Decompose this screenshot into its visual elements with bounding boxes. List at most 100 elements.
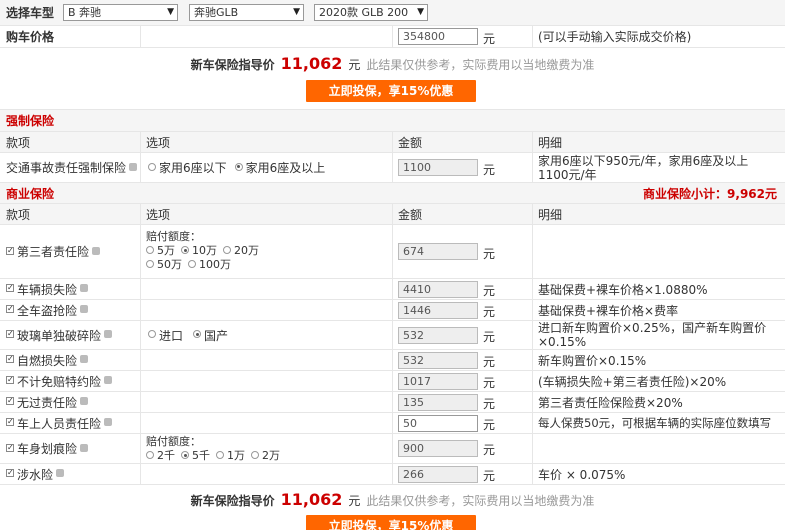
radio-domestic[interactable] [193,330,202,338]
radio-2k[interactable] [146,451,154,459]
third-party-amount: 674 [398,243,478,260]
compulsory-header-row: 款项 选项 金额 明细 [0,132,785,153]
brand-select[interactable]: B 奔驰 ▼ [63,4,178,21]
help-icon[interactable] [80,397,89,405]
help-icon[interactable] [104,376,113,384]
checkbox-third-party[interactable]: ✓ [6,246,14,255]
help-icon[interactable] [56,469,65,477]
checkbox-passenger[interactable]: ✓ [6,418,14,426]
radio-5w[interactable] [146,246,154,254]
third-party-options: 赔付额度： 5万 10万 20万 50万 100万 [146,230,259,271]
scratch-options: 赔付额度： 2千 5千 1万 2万 [146,435,280,462]
radio-6-seats-plus[interactable] [234,162,243,171]
radio-2w[interactable] [251,451,259,459]
help-icon[interactable] [80,305,89,313]
purchase-price-row: 购车价格 354800 元 (可以手动输入实际成交价格) [0,26,785,48]
commercial-header-row: 款项 选项 金额 明细 [0,204,785,225]
radio-20w[interactable] [223,246,231,254]
compulsory-amount: 1100 [398,159,478,176]
price-unit: 元 [483,32,496,46]
radio-100w[interactable] [188,260,196,268]
fire-amount: 532 [398,352,478,369]
col-amount: 金额 [398,135,423,150]
deductible-row: ✓ 不计免赔特约险 1017 元 (车辆损失险+第三者责任险)×20% [0,371,785,392]
help-icon[interactable] [80,284,89,292]
radio-10w[interactable] [181,246,189,254]
checkbox-theft[interactable]: ✓ [6,305,14,313]
purchase-price-input[interactable]: 354800 [398,28,478,45]
fire-row: ✓ 自燃损失险 532 元 新车购置价×0.15% [0,350,785,371]
col-detail: 明细 [538,207,563,222]
chevron-down-icon: ▼ [293,7,300,17]
checkbox-glass[interactable]: ✓ [6,330,14,338]
compulsory-item-name: 交通事故责任强制保险 [6,153,138,182]
guide-price-unit: 元 [348,58,361,72]
checkbox-no-fault[interactable]: ✓ [6,397,14,405]
col-item: 款项 [6,135,31,150]
checkbox-wading[interactable]: ✓ [6,469,14,477]
glass-amount: 532 [398,327,478,344]
no-fault-detail: 第三者责任险保险费×20% [538,395,683,410]
compulsory-item-row: 交通事故责任强制保险 家用6座以下 家用6座及以上 1100 元 家用6座以下9… [0,153,785,183]
checkbox-scratch[interactable]: ✓ [6,443,14,452]
help-icon[interactable] [104,330,113,338]
no-fault-amount: 135 [398,394,478,411]
model-select[interactable]: 2020款 GLB 200 ▼ [314,4,428,21]
compulsory-title-row: 强制保险 [0,110,785,132]
glass-options: 进口 国产 [148,321,228,349]
bottom-guide-line: 新车保险指导价 11,062 元此结果仅供参考，实际费用以当地缴费为准 [190,490,595,509]
glass-detail: 进口新车购置价×0.25%，国产新车购置价×0.15% [538,321,767,349]
col-option: 选项 [146,135,171,150]
help-icon[interactable] [92,246,101,255]
passenger-detail: 每人保费50元，可根据车辆的实际座位数填写 [538,416,772,430]
theft-detail: 基础保费+裸车价格×费率 [538,303,679,318]
vehicle-select-row: 选择车型 B 奔驰 ▼ 奔驰GLB ▼ 2020款 GLB 200 ▼ [0,0,785,26]
chevron-down-icon: ▼ [417,7,424,17]
help-icon[interactable] [104,418,113,426]
guide-price-line: 新车保险指导价 11,062 元此结果仅供参考，实际费用以当地缴费为准 [0,54,785,73]
purchase-price-label: 购车价格 [6,30,55,44]
guide-price-label: 新车保险指导价 [190,58,275,72]
bottom-buy-insurance-button[interactable]: 立即投保，享15%优惠 [306,515,476,530]
series-select[interactable]: 奔驰GLB ▼ [189,4,304,21]
vehicle-loss-detail: 基础保费+裸车价格×1.0880% [538,282,708,297]
checkbox-fire[interactable]: ✓ [6,355,14,363]
radio-1w[interactable] [216,451,224,459]
col-option: 选项 [146,207,171,222]
deductible-amount: 1017 [398,373,478,390]
scratch-amount: 900 [398,440,478,457]
checkbox-deductible[interactable]: ✓ [6,376,14,384]
seat-options: 家用6座以下 家用6座及以上 [148,153,325,182]
compulsory-detail: 家用6座以下950元/年，家用6座及以上1100元/年 [538,153,749,182]
col-amount: 金额 [398,207,423,222]
deductible-detail: (车辆损失险+第三者责任险)×20% [538,374,727,389]
price-hint: (可以手动输入实际成交价格) [538,30,692,44]
third-party-row: ✓ 第三者责任险 赔付额度： 5万 10万 20万 50万 100万 674 元 [0,225,785,279]
theft-row: ✓ 全车盗抢险 1446 元 基础保费+裸车价格×费率 [0,300,785,321]
checkbox-vehicle-loss[interactable]: ✓ [6,284,14,292]
fire-detail: 新车购置价×0.15% [538,353,647,368]
help-icon[interactable] [80,355,89,363]
guide-price-amount: 11,062 [280,54,343,73]
select-vehicle-label: 选择车型 [6,6,55,20]
buy-insurance-button[interactable]: 立即投保，享15%优惠 [306,80,476,102]
commercial-title-row: 商业保险 商业保险小计：9,962元 [0,183,785,204]
passenger-amount-input[interactable]: 50 [398,415,478,432]
no-fault-row: ✓ 无过责任险 135 元 第三者责任险保险费×20% [0,392,785,413]
commercial-subtotal: 商业保险小计：9,962元 [643,186,777,201]
wading-amount: 266 [398,466,478,483]
bottom-guide-block: 新车保险指导价 11,062 元此结果仅供参考，实际费用以当地缴费为准 立即投保，享… [0,485,785,530]
glass-row: ✓ 玻璃单独破碎险 进口 国产 532 元 进口新车购置价×0.25%，国产新车购… [0,321,785,350]
radio-under-6-seats[interactable] [148,162,156,171]
help-icon[interactable] [80,443,89,452]
radio-imported[interactable] [148,330,156,338]
wading-detail: 车价 × 0.075% [538,467,626,482]
guide-price-block: 新车保险指导价 11,062 元此结果仅供参考，实际费用以当地缴费为准 立即投保，享… [0,48,785,110]
help-icon[interactable] [129,162,138,171]
vehicle-loss-row: ✓ 车辆损失险 4410 元 基础保费+裸车价格×1.0880% [0,279,785,300]
commercial-title: 商业保险 [6,186,55,201]
radio-5k[interactable] [181,451,189,459]
wading-row: ✓ 涉水险 266 元 车价 × 0.075% [0,464,785,485]
compulsory-title: 强制保险 [6,114,55,128]
radio-50w[interactable] [146,260,154,268]
